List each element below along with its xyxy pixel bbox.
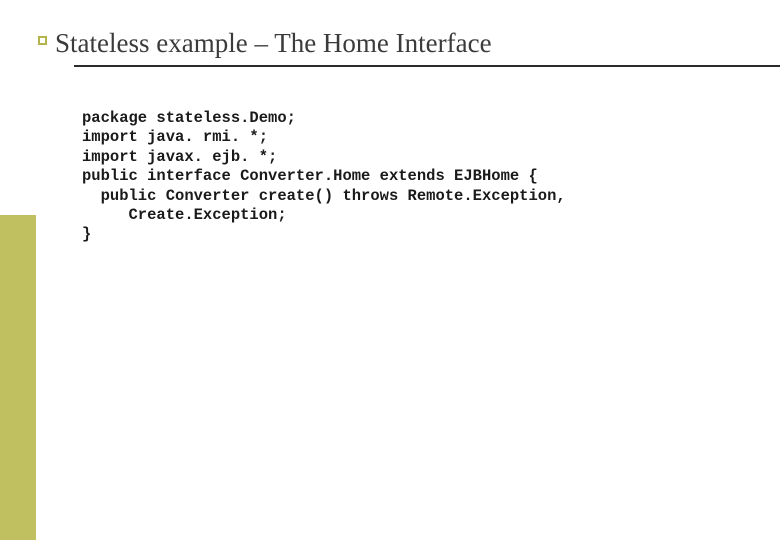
slide: Stateless example – The Home Interface p…	[0, 0, 780, 540]
code-block: package stateless.Demo;import java. rmi.…	[0, 67, 780, 245]
side-accent-block	[0, 215, 36, 540]
slide-title: Stateless example – The Home Interface	[55, 28, 492, 58]
code-line: import javax. ejb. *;	[82, 148, 780, 167]
code-line: package stateless.Demo;	[82, 109, 780, 128]
code-line: import java. rmi. *;	[82, 128, 780, 147]
code-line: public interface Converter.Home extends …	[82, 167, 780, 186]
bullet-icon	[38, 36, 47, 45]
title-area: Stateless example – The Home Interface	[0, 0, 780, 67]
code-line: }	[82, 225, 780, 244]
code-line: public Converter create() throws Remote.…	[82, 187, 780, 206]
code-line: Create.Exception;	[82, 206, 780, 225]
